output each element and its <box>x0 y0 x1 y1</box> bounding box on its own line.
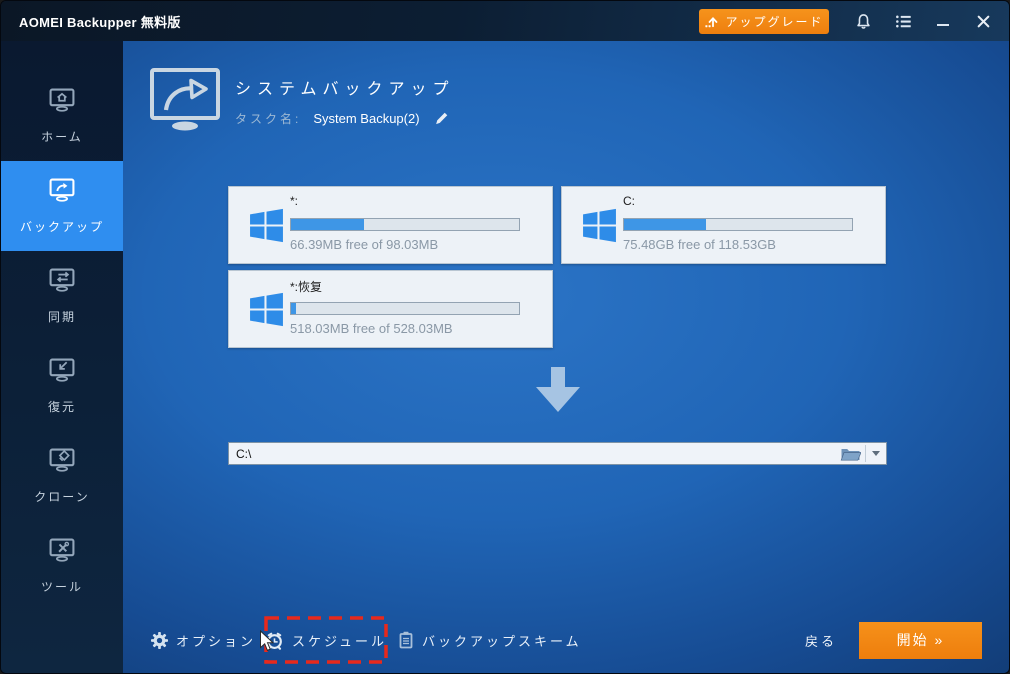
upgrade-arrow-icon <box>704 14 718 28</box>
partition-usage-fill <box>291 219 364 230</box>
notifications-button[interactable] <box>843 1 883 41</box>
partition-name: *:恢复 <box>290 280 323 294</box>
windows-logo-icon <box>248 291 285 333</box>
partition-usage-bar <box>290 302 520 315</box>
partition-usage-bar <box>290 218 520 231</box>
source-partitions: *: 66.39MB free of 98.03MB C: 75.48GB fr… <box>228 186 886 348</box>
down-arrow-icon <box>535 367 581 418</box>
tools-icon <box>47 537 77 569</box>
minimize-button[interactable] <box>923 1 963 41</box>
partition-name: *: <box>290 194 299 208</box>
sidebar-item-home[interactable]: ホーム <box>1 71 123 161</box>
main-content: システムバックアップ タスク名: System Backup(2) *: 66.… <box>123 41 1009 673</box>
windows-logo-icon <box>248 207 285 249</box>
partition-usage-fill <box>291 303 296 314</box>
partition-free-space: 75.48GB free of 118.53GB <box>623 237 776 252</box>
page-title: システムバックアップ <box>235 81 455 98</box>
sidebar-item-label: 同期 <box>47 310 76 324</box>
schedule-button[interactable]: スケジュール <box>264 616 388 664</box>
bell-icon <box>855 13 872 30</box>
task-name-label: タスク名: <box>235 112 302 126</box>
sidebar-item-restore[interactable]: 復元 <box>1 341 123 431</box>
titlebar: AOMEI Backupper 無料版 アップグレード <box>1 1 1009 41</box>
task-name-value: System Backup(2) <box>313 111 420 126</box>
backup-icon <box>47 177 77 209</box>
backup-scheme-button[interactable]: バックアップスキーム <box>398 631 582 650</box>
partition-free-space: 518.03MB free of 528.03MB <box>290 321 453 336</box>
browse-destination-button[interactable] <box>835 443 865 464</box>
partition-free-space: 66.39MB free of 98.03MB <box>290 237 439 252</box>
destination-bar: C:\ <box>228 442 887 465</box>
sidebar-item-label: ホーム <box>41 130 83 144</box>
sidebar-item-sync[interactable]: 同期 <box>1 251 123 341</box>
close-icon <box>977 15 990 28</box>
app-window: AOMEI Backupper 無料版 アップグレード ホーム バックアップ 同… <box>0 0 1010 674</box>
options-label: オプション <box>176 633 257 649</box>
sync-icon <box>47 267 77 299</box>
restore-icon <box>47 357 77 389</box>
sidebar-item-backup[interactable]: バックアップ <box>1 161 123 251</box>
sidebar-item-clone[interactable]: クローン <box>1 431 123 521</box>
partition-card: C: 75.48GB free of 118.53GB <box>561 186 886 264</box>
bottom-toolbar: オプション スケジュール バックアップスキーム 戻る 開始 » <box>151 615 982 665</box>
windows-logo-icon <box>581 207 618 249</box>
titlebar-controls: アップグレード <box>699 1 1009 41</box>
open-folder-icon <box>840 446 861 462</box>
pencil-icon <box>434 111 449 126</box>
sidebar-item-tools[interactable]: ツール <box>1 521 123 611</box>
main-menu-button[interactable] <box>883 1 923 41</box>
home-icon <box>47 87 77 119</box>
app-title: AOMEI Backupper 無料版 <box>19 14 181 30</box>
sidebar-item-label: クローン <box>34 490 90 504</box>
partition-usage-bar <box>623 218 853 231</box>
alarm-clock-icon <box>265 631 284 650</box>
sidebar-item-label: バックアップ <box>19 220 104 234</box>
close-button[interactable] <box>963 1 1003 41</box>
minimize-icon <box>937 24 949 26</box>
upgrade-button[interactable]: アップグレード <box>699 8 829 34</box>
destination-dropdown-button[interactable] <box>866 443 886 464</box>
sidebar-item-label: ツール <box>40 580 83 594</box>
start-button[interactable]: 開始 » <box>859 621 982 659</box>
back-button[interactable]: 戻る <box>805 631 837 650</box>
partition-usage-fill <box>624 219 707 230</box>
menu-icon <box>895 13 912 30</box>
backup-scheme-label: バックアップスキーム <box>422 633 582 649</box>
options-button[interactable]: オプション <box>151 631 256 650</box>
partition-card: *: 66.39MB free of 98.03MB <box>228 186 553 264</box>
system-backup-icon <box>149 67 223 138</box>
partition-name: C: <box>623 194 635 208</box>
sidebar-item-label: 復元 <box>47 400 76 414</box>
task-name-edit-button[interactable] <box>432 109 451 128</box>
destination-path-input[interactable]: C:\ <box>229 447 835 461</box>
clipboard-icon <box>398 631 414 649</box>
upgrade-label: アップグレード <box>725 14 824 29</box>
clone-icon <box>47 447 77 479</box>
sidebar: ホーム バックアップ 同期 復元 クローン ツール <box>1 41 123 673</box>
gear-icon <box>151 631 168 649</box>
partition-card: *:恢复 518.03MB free of 528.03MB <box>228 270 553 348</box>
caret-down-icon <box>872 451 880 456</box>
task-name-row: タスク名: System Backup(2) <box>235 109 451 128</box>
schedule-label: スケジュール <box>291 633 388 649</box>
